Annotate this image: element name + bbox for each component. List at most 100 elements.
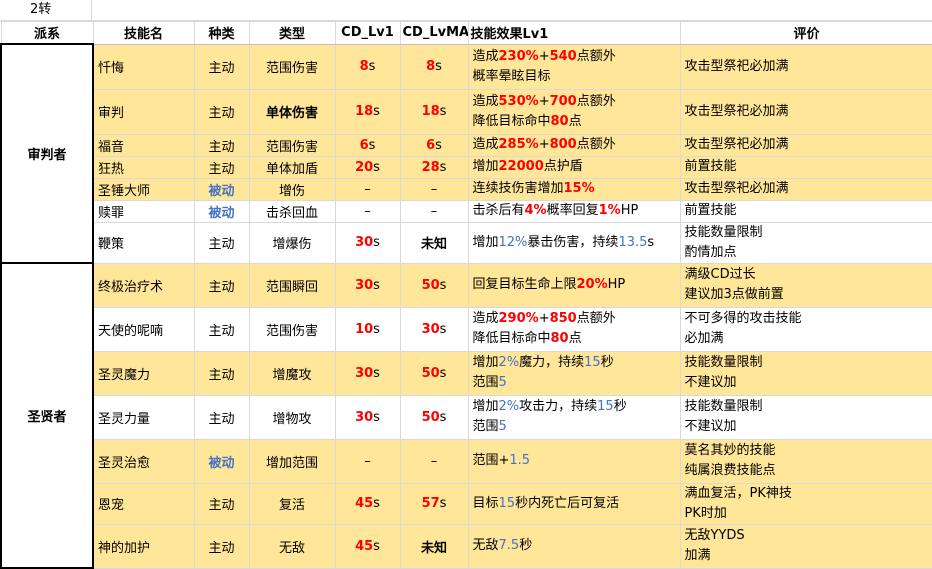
empty-cell[interactable] bbox=[92, 0, 932, 20]
skill-type[interactable]: 击杀回血 bbox=[248, 199, 336, 223]
cd-lvmax[interactable]: 57s bbox=[399, 482, 469, 525]
review-cell[interactable]: 攻击型祭祀必加满 bbox=[679, 43, 932, 90]
header-skill-name[interactable]: 技能名 bbox=[92, 21, 195, 45]
cd-lv1[interactable]: 30s bbox=[334, 394, 401, 440]
header-review[interactable]: 评价 bbox=[679, 21, 932, 45]
effect-cell[interactable]: 击杀后有4%概率回复1%HP bbox=[467, 199, 681, 223]
cd-lvmax[interactable]: 未知 bbox=[399, 523, 469, 569]
skill-type[interactable]: 增物攻 bbox=[248, 394, 336, 440]
skill-type[interactable]: 范围伤害 bbox=[248, 306, 336, 352]
review-cell[interactable]: 技能数量限制 不建议加 bbox=[679, 394, 932, 440]
skill-kind[interactable]: 主动 bbox=[193, 155, 250, 179]
skill-kind[interactable]: 主动 bbox=[193, 133, 250, 157]
effect-cell[interactable]: 无敌7.5秒 bbox=[467, 523, 681, 569]
effect-cell[interactable]: 造成285%+800点额外 bbox=[467, 133, 681, 157]
skill-name[interactable]: 鞭策 bbox=[92, 221, 195, 264]
cd-lv1[interactable]: – bbox=[334, 177, 401, 201]
faction-cell[interactable]: 审判者 bbox=[0, 43, 94, 264]
skill-name[interactable]: 恩宠 bbox=[92, 482, 195, 525]
skill-name[interactable]: 圣灵魔力 bbox=[92, 350, 195, 396]
skill-type[interactable]: 单体加盾 bbox=[248, 155, 336, 179]
cd-lv1[interactable]: – bbox=[334, 199, 401, 223]
cd-lv1[interactable]: 30s bbox=[334, 350, 401, 396]
skill-kind[interactable]: 主动 bbox=[193, 306, 250, 352]
effect-cell[interactable]: 增加22000点护盾 bbox=[467, 155, 681, 179]
skill-type[interactable]: 单体伤害 bbox=[248, 88, 336, 135]
cd-lv1[interactable]: 45s bbox=[334, 523, 401, 569]
effect-cell[interactable]: 造成530%+700点额外 降低目标命中80点 bbox=[467, 88, 681, 135]
cd-lv1[interactable]: 6s bbox=[334, 133, 401, 157]
skill-kind[interactable]: 主动 bbox=[193, 482, 250, 525]
faction-cell[interactable]: 圣贤者 bbox=[0, 262, 94, 569]
cd-lvmax[interactable]: 未知 bbox=[399, 221, 469, 264]
skill-type[interactable]: 增加范围 bbox=[248, 438, 336, 484]
cd-lvmax[interactable]: 50s bbox=[399, 350, 469, 396]
skill-type[interactable]: 范围伤害 bbox=[248, 133, 336, 157]
effect-cell[interactable]: 增加12%暴击伤害，持续13.5s bbox=[467, 221, 681, 264]
review-cell[interactable]: 前置技能 bbox=[679, 199, 932, 223]
effect-cell[interactable]: 连续技伤害增加15% bbox=[467, 177, 681, 201]
effect-cell[interactable]: 增加2%魔力，持续15秒 范围5 bbox=[467, 350, 681, 396]
cd-lvmax[interactable]: 50s bbox=[399, 394, 469, 440]
cd-lv1[interactable]: 30s bbox=[334, 221, 401, 264]
skill-kind[interactable]: 主动 bbox=[193, 43, 250, 90]
review-cell[interactable]: 莫名其妙的技能 纯属浪费技能点 bbox=[679, 438, 932, 484]
header-faction[interactable]: 派系 bbox=[0, 21, 94, 45]
header-type[interactable]: 类型 bbox=[248, 21, 336, 45]
cd-lvmax[interactable]: 28s bbox=[399, 155, 469, 179]
skill-name[interactable]: 天使的呢喃 bbox=[92, 306, 195, 352]
review-cell[interactable]: 不可多得的攻击技能 必加满 bbox=[679, 306, 932, 352]
skill-kind[interactable]: 被动 bbox=[193, 438, 250, 484]
effect-cell[interactable]: 造成230%+540点额外 概率晕眩目标 bbox=[467, 43, 681, 90]
skill-kind[interactable]: 主动 bbox=[193, 262, 250, 308]
review-cell[interactable]: 技能数量限制 不建议加 bbox=[679, 350, 932, 396]
review-cell[interactable]: 无敌YYDS 加满 bbox=[679, 523, 932, 569]
skill-name[interactable]: 圣灵治愈 bbox=[92, 438, 195, 484]
header-cd-lv1[interactable]: CD_Lv1 bbox=[334, 21, 401, 45]
skill-type[interactable]: 增魔攻 bbox=[248, 350, 336, 396]
cd-lvmax[interactable]: 8s bbox=[399, 43, 469, 90]
review-cell[interactable]: 满级CD过长 建议加3点做前置 bbox=[679, 262, 932, 308]
skill-type[interactable]: 范围伤害 bbox=[248, 43, 336, 90]
skill-kind[interactable]: 主动 bbox=[193, 88, 250, 135]
skill-name[interactable]: 赎罪 bbox=[92, 199, 195, 223]
cd-lvmax[interactable]: 30s bbox=[399, 306, 469, 352]
effect-cell[interactable]: 造成290%+850点额外 降低目标命中80点 bbox=[467, 306, 681, 352]
skill-type[interactable]: 无敌 bbox=[248, 523, 336, 569]
skill-type[interactable]: 复活 bbox=[248, 482, 336, 525]
skill-name[interactable]: 福音 bbox=[92, 133, 195, 157]
cd-lvmax[interactable]: 50s bbox=[399, 262, 469, 308]
cd-lv1[interactable]: 18s bbox=[334, 88, 401, 135]
effect-cell[interactable]: 回复目标生命上限20%HP bbox=[467, 262, 681, 308]
effect-cell[interactable]: 目标15秒内死亡后可复活 bbox=[467, 482, 681, 525]
tier-label[interactable]: 2转 bbox=[0, 0, 92, 20]
skill-name[interactable]: 终极治疗术 bbox=[92, 262, 195, 308]
cd-lvmax[interactable]: – bbox=[399, 438, 469, 484]
skill-kind[interactable]: 被动 bbox=[193, 199, 250, 223]
review-cell[interactable]: 攻击型祭祀必加满 bbox=[679, 88, 932, 135]
review-cell[interactable]: 技能数量限制 酌情加点 bbox=[679, 221, 932, 264]
skill-type[interactable]: 范围瞬回 bbox=[248, 262, 336, 308]
header-kind[interactable]: 种类 bbox=[193, 21, 250, 45]
cd-lvmax[interactable]: – bbox=[399, 199, 469, 223]
skill-name[interactable]: 神的加护 bbox=[92, 523, 195, 569]
cd-lv1[interactable]: 20s bbox=[334, 155, 401, 179]
skill-kind[interactable]: 主动 bbox=[193, 350, 250, 396]
review-cell[interactable]: 攻击型祭祀必加满 bbox=[679, 177, 932, 201]
cd-lvmax[interactable]: 18s bbox=[399, 88, 469, 135]
skill-name[interactable]: 圣灵力量 bbox=[92, 394, 195, 440]
review-cell[interactable]: 满血复活，PK神技 PK时加 bbox=[679, 482, 932, 525]
skill-kind[interactable]: 主动 bbox=[193, 523, 250, 569]
skill-kind[interactable]: 被动 bbox=[193, 177, 250, 201]
effect-cell[interactable]: 范围+1.5 bbox=[467, 438, 681, 484]
cd-lvmax[interactable]: 6s bbox=[399, 133, 469, 157]
header-cd-lvmax[interactable]: CD_LvMAX bbox=[399, 21, 469, 45]
skill-type[interactable]: 增伤 bbox=[248, 177, 336, 201]
skill-name[interactable]: 狂热 bbox=[92, 155, 195, 179]
skill-name[interactable]: 审判 bbox=[92, 88, 195, 135]
skill-name[interactable]: 圣锤大师 bbox=[92, 177, 195, 201]
cd-lv1[interactable]: 45s bbox=[334, 482, 401, 525]
skill-name[interactable]: 忏悔 bbox=[92, 43, 195, 90]
review-cell[interactable]: 前置技能 bbox=[679, 155, 932, 179]
cd-lvmax[interactable]: – bbox=[399, 177, 469, 201]
